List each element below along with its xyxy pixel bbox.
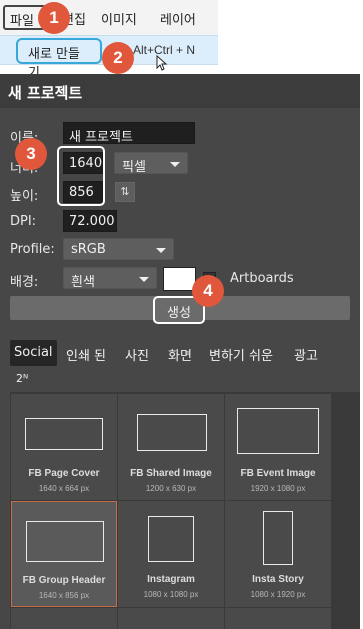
profile-select-value: sRGB (71, 242, 106, 257)
template-grid: FB Page Cover 1640 x 664 px FB Shared Im… (10, 392, 360, 629)
template-name: FB Page Cover (28, 468, 100, 479)
swap-dimensions-button[interactable]: ⇅ (115, 182, 135, 202)
template-name: Insta Story (252, 574, 304, 585)
template-size: 1080 x 1080 px (143, 590, 199, 599)
template-size: 1640 x 856 px (38, 591, 90, 600)
step-badge-3: 3 (15, 138, 47, 170)
dpi-input[interactable]: 72.000 (63, 210, 117, 232)
menu-bar: 파일 편집 이미지 레이어 (0, 0, 218, 35)
tab-photo[interactable]: 사진 (121, 340, 153, 366)
template-tile[interactable]: Instagram 1080 x 1080 px (118, 501, 224, 607)
template-preview (237, 408, 319, 454)
template-size: 1080 x 1920 px (250, 590, 306, 599)
menu-layer[interactable]: 레이어 (160, 9, 196, 28)
dialog-title: 새 프로젝트 (8, 84, 83, 102)
template-size: 1640 x 664 px (38, 484, 90, 493)
artboards-label: Artboards (230, 271, 294, 286)
template-name: FB Shared Image (130, 468, 212, 479)
template-tile[interactable]: FB Shared Image 1200 x 630 px (118, 394, 224, 500)
template-name: Instagram (147, 574, 195, 585)
chevron-down-icon (170, 162, 180, 167)
chevron-down-icon (139, 277, 149, 282)
tab-mobile[interactable]: 변하기 쉬운 (205, 340, 277, 366)
mouse-cursor-icon (156, 55, 168, 71)
template-tile[interactable]: Insta Story 1080 x 1920 px (225, 501, 331, 607)
template-tile[interactable] (11, 608, 117, 629)
step-badge-2: 2 (102, 42, 134, 74)
template-preview (25, 418, 103, 450)
step-badge-1: 1 (38, 2, 70, 34)
unit-select[interactable]: 픽셀 (114, 152, 188, 175)
tab-power-of-two[interactable]: 2ᴺ (16, 372, 28, 385)
template-preview (148, 516, 194, 562)
chevron-down-icon (156, 248, 166, 253)
tab-ads[interactable]: 광고 (290, 340, 322, 366)
profile-select[interactable]: sRGB (63, 238, 174, 260)
background-select[interactable]: 흰색 (63, 267, 157, 290)
template-tile[interactable]: FB Event Image 1920 x 1080 px (225, 394, 331, 500)
template-tile-selected[interactable]: FB Group Header 1640 x 856 px (11, 501, 117, 607)
unit-select-value: 픽셀 (122, 160, 146, 175)
new-project-dialog: 새 프로젝트 이름: 새 프로젝트 너비: 1640 픽셀 높이: 856 ⇅ … (0, 74, 360, 629)
template-size: 1920 x 1080 px (250, 484, 306, 493)
height-label: 높이: (10, 189, 39, 204)
step-badge-4: 4 (192, 275, 224, 307)
template-size: 1200 x 630 px (145, 484, 197, 493)
background-label: 배경: (10, 275, 39, 290)
template-preview (26, 521, 104, 562)
template-tile[interactable]: FB Page Cover 1640 x 664 px (11, 394, 117, 500)
new-project-menu-item[interactable]: 새로 만들기... (16, 38, 102, 81)
dpi-label: DPI: (10, 214, 37, 229)
template-name: FB Event Image (240, 468, 316, 479)
dimensions-highlight (57, 146, 105, 206)
tab-social[interactable]: Social (10, 340, 57, 366)
template-tile[interactable] (225, 608, 331, 629)
name-input[interactable]: 새 프로젝트 (63, 122, 195, 145)
template-tile[interactable] (118, 608, 224, 629)
background-select-value: 흰색 (71, 275, 95, 290)
menu-image[interactable]: 이미지 (101, 9, 137, 28)
swap-arrows-icon: ⇅ (120, 185, 130, 198)
background-color-swatch[interactable] (163, 267, 196, 291)
template-preview (137, 414, 207, 451)
profile-label: Profile: (10, 242, 55, 257)
tab-print[interactable]: 인쇄 된 (62, 340, 110, 366)
tab-screen[interactable]: 화면 (164, 340, 196, 366)
template-preview (263, 511, 293, 565)
template-name: FB Group Header (22, 575, 106, 586)
